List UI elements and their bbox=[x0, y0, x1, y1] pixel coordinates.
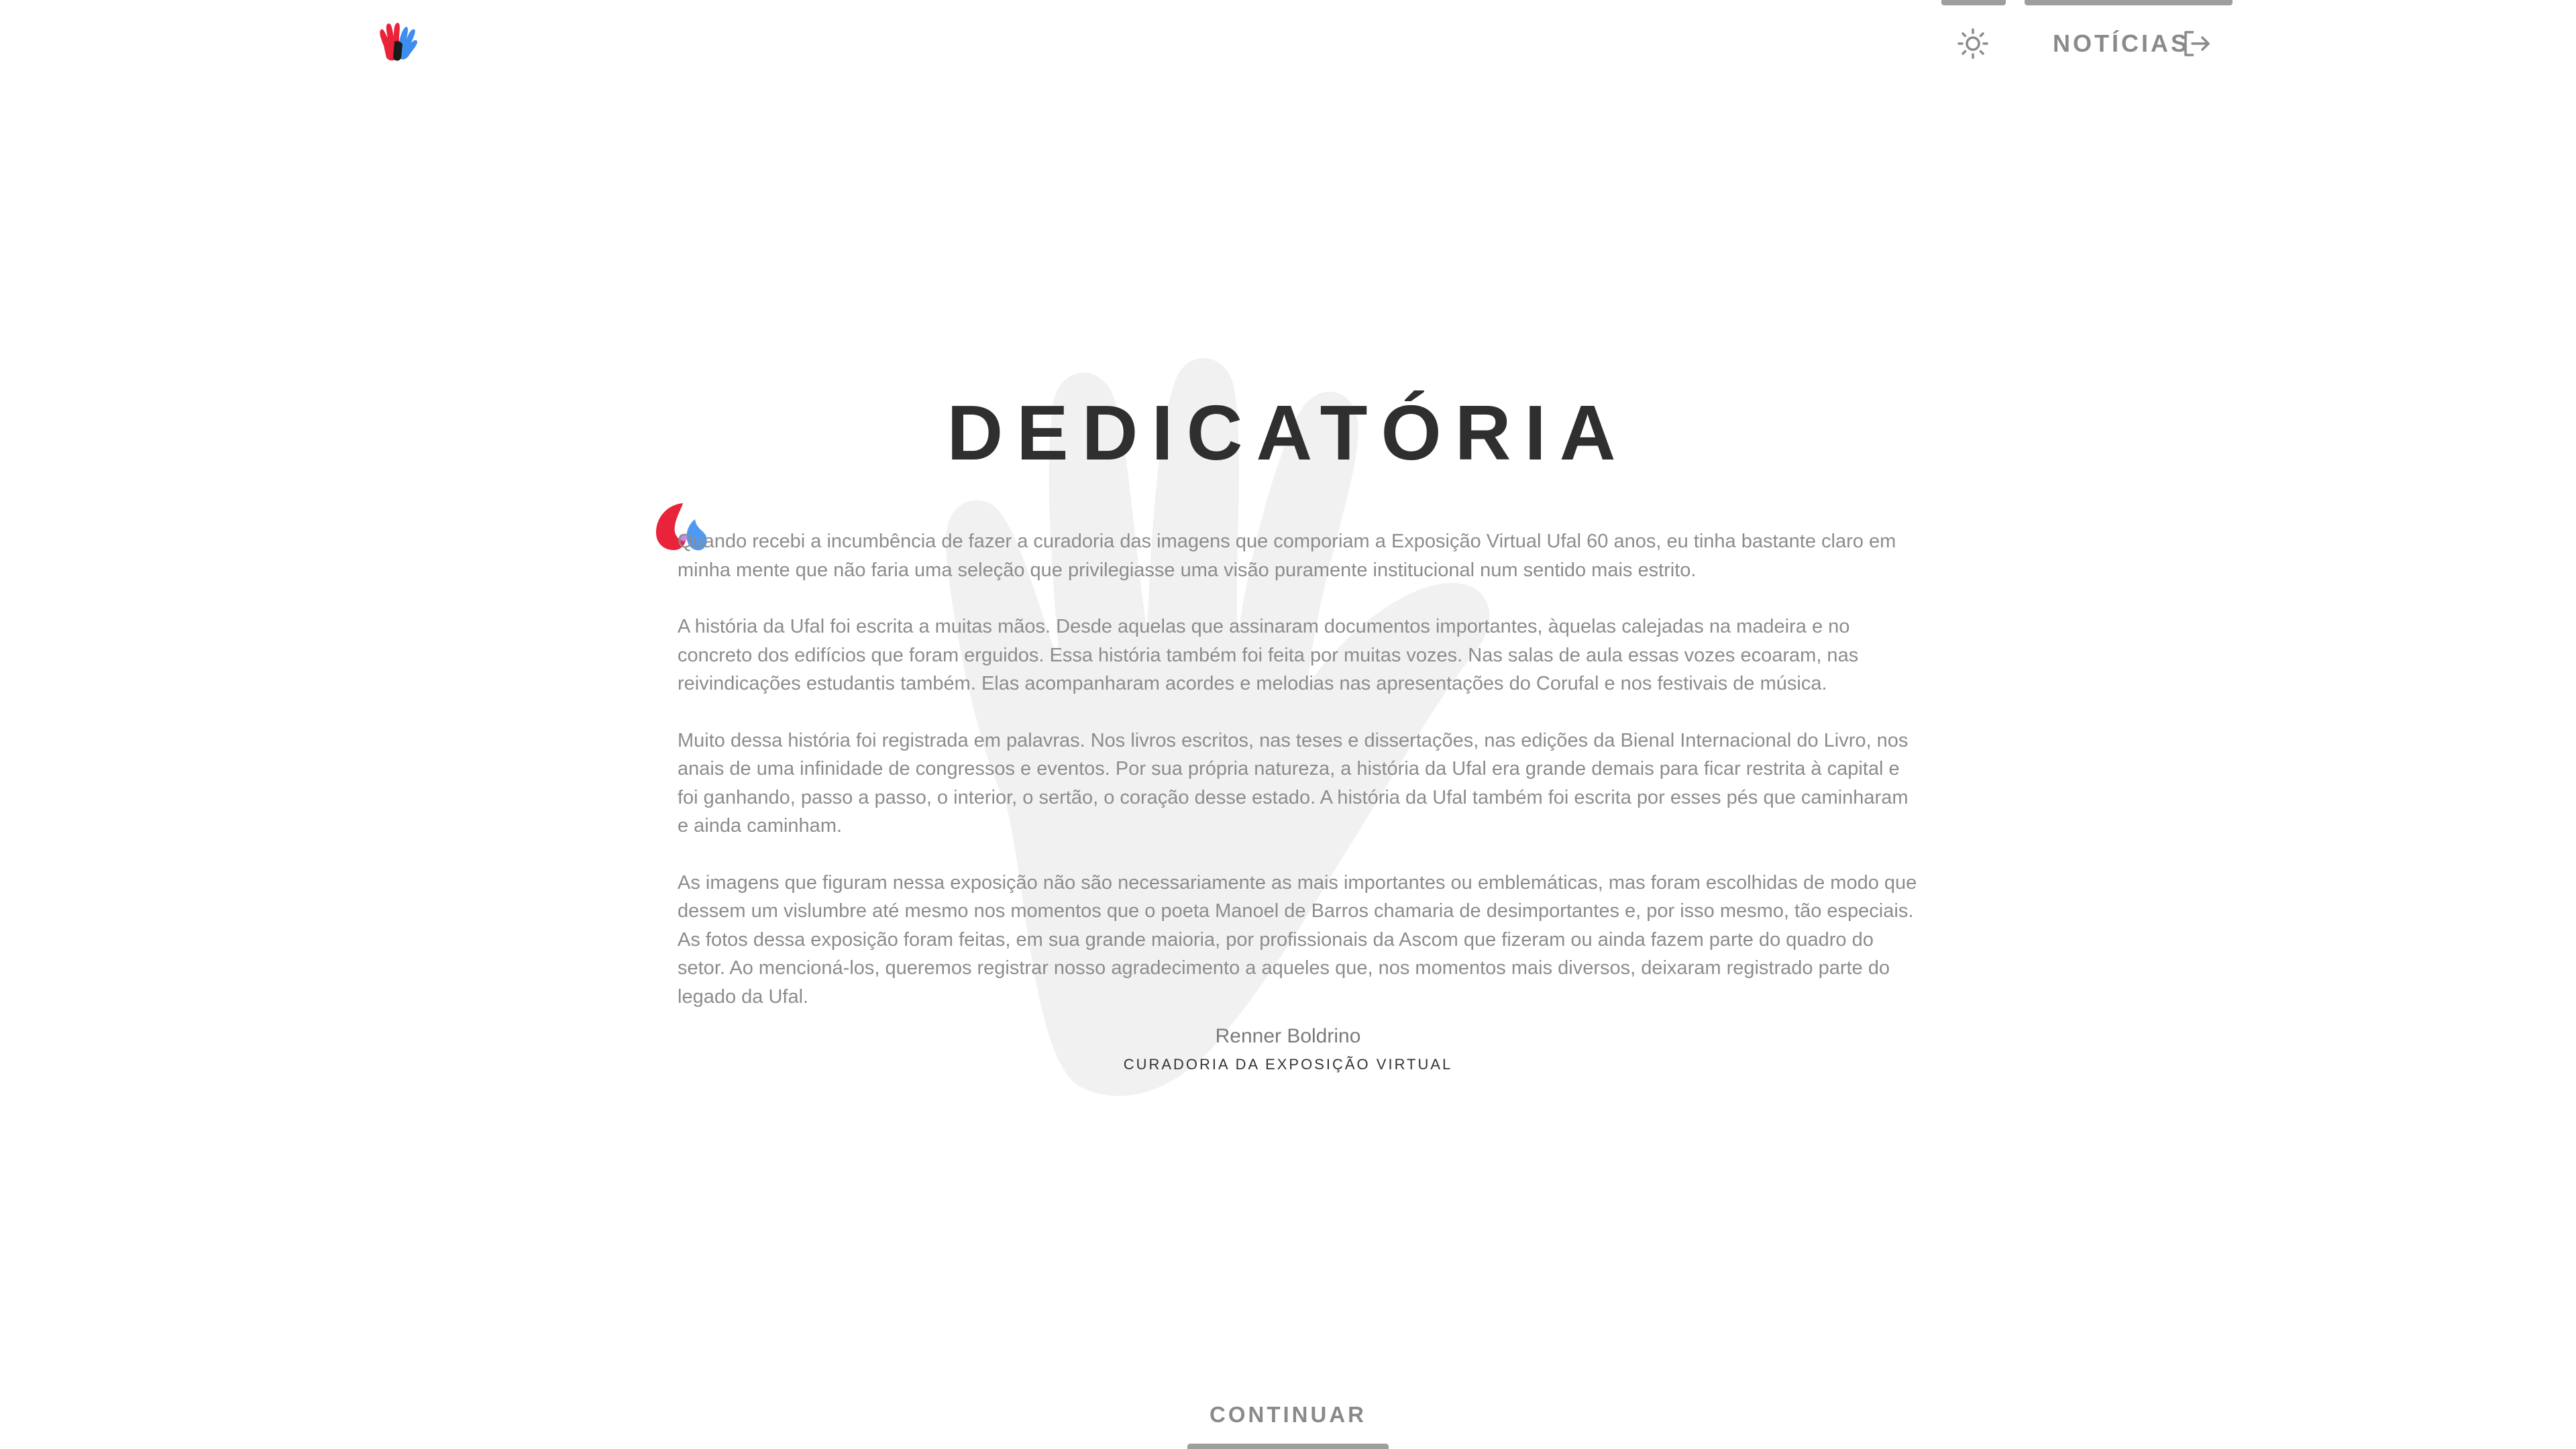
top-bar: NOTÍCIAS bbox=[0, 0, 2576, 94]
paragraph: As imagens que figuram nessa exposição n… bbox=[678, 871, 1917, 1008]
continue-button[interactable]: CONTINUAR bbox=[1187, 1395, 1389, 1449]
continue-label: CONTINUAR bbox=[1210, 1402, 1366, 1427]
paragraph: Muito dessa história foi registrada em p… bbox=[678, 729, 1909, 837]
author-name: Renner Boldrino bbox=[1215, 1025, 1361, 1047]
dedication-text: Quando recebi a incumbência de fazer a c… bbox=[678, 527, 1919, 1011]
theme-toggle-button[interactable] bbox=[1941, 0, 2006, 67]
logout-arrow-icon bbox=[2184, 31, 2210, 56]
ufal-hands-logo-icon[interactable] bbox=[374, 19, 423, 67]
news-link[interactable]: NOTÍCIAS bbox=[2025, 0, 2233, 67]
paragraph: Quando recebi a incumbência de fazer a c… bbox=[678, 531, 1896, 581]
news-label: NOTÍCIAS bbox=[2053, 30, 2190, 57]
theme-button-bar bbox=[1941, 0, 2006, 5]
paragraph: A história da Ufal foi escrita a muitas … bbox=[678, 616, 1859, 694]
author-role: CURADORIA DA EXPOSIÇÃO VIRTUAL bbox=[1123, 1056, 1453, 1073]
page-title: DEDICATÓRIA bbox=[947, 389, 1629, 476]
sun-icon bbox=[1957, 28, 1988, 59]
continue-button-bar bbox=[1187, 1444, 1389, 1449]
news-link-bar bbox=[2025, 0, 2233, 5]
